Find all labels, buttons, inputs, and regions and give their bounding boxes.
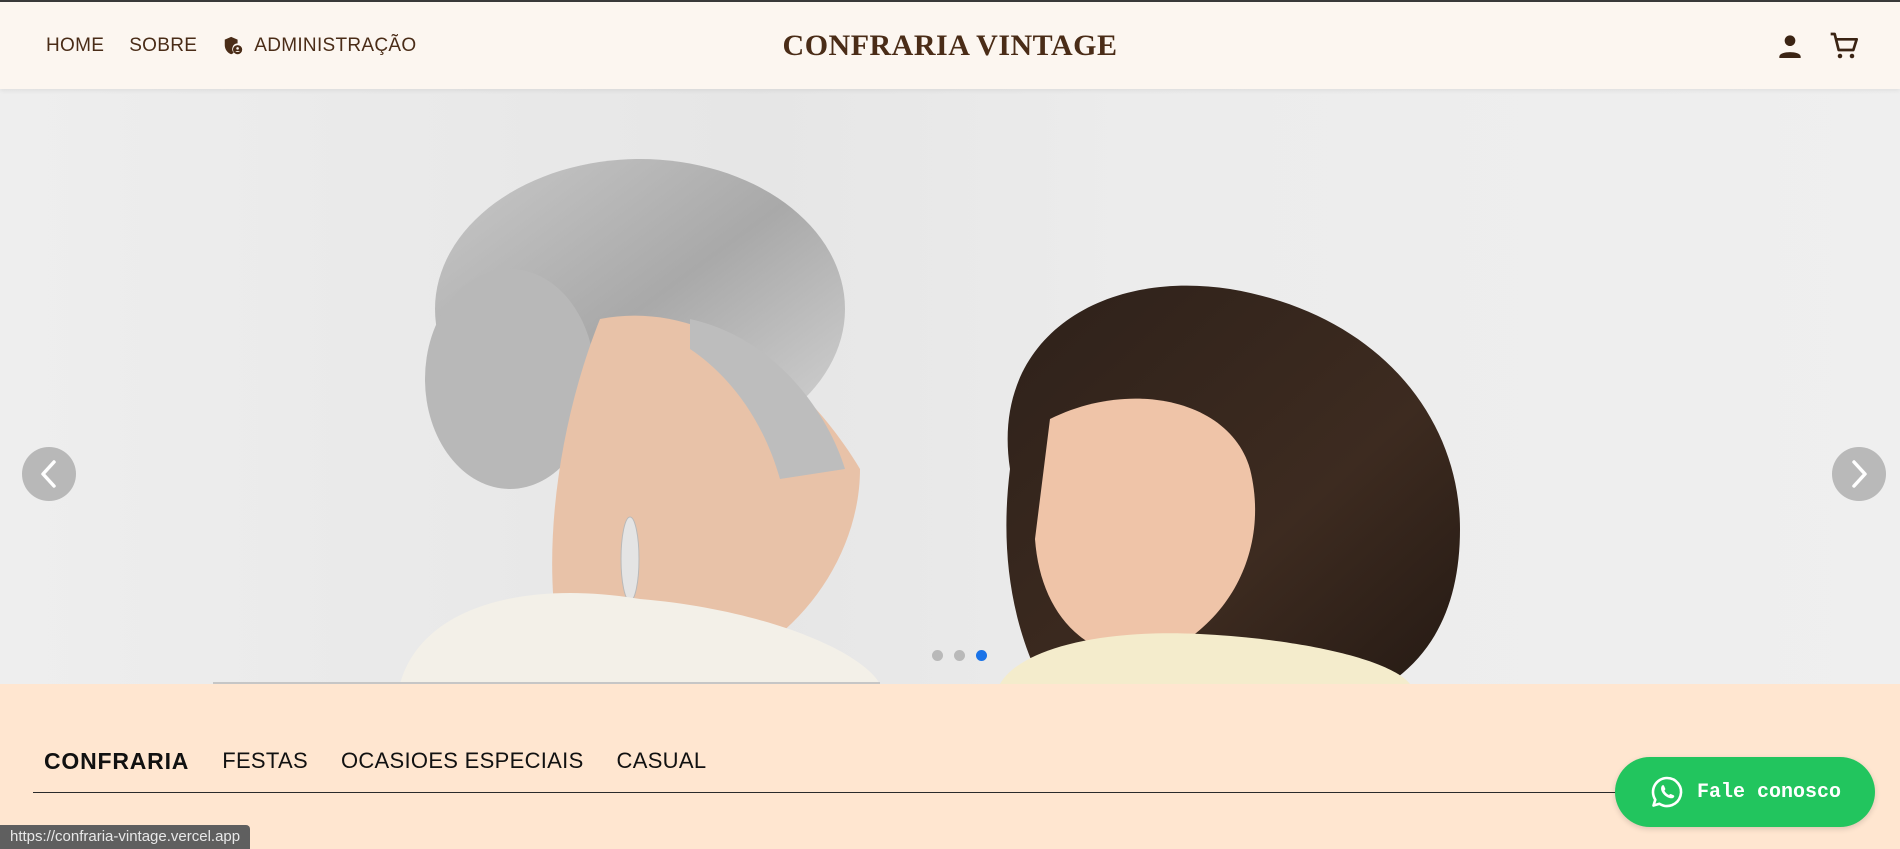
nav-sobre-link[interactable]: SOBRE	[129, 35, 197, 57]
whatsapp-label: Fale conosco	[1696, 780, 1842, 804]
tab-casual[interactable]: CASUAL	[617, 748, 707, 774]
hero-image	[213, 159, 1460, 684]
site-header: HOME SOBRE ADMINISTRAÇÃO CONFRARIA VINTA…	[0, 2, 1900, 89]
carousel-dot[interactable]	[932, 650, 943, 661]
user-icon[interactable]	[1774, 30, 1806, 62]
carousel-dot-active[interactable]	[976, 650, 987, 661]
carousel-dot[interactable]	[954, 650, 965, 661]
category-tabs: CONFRARIA FESTAS OCASIOES ESPECIAIS CASU…	[33, 748, 1653, 793]
cart-icon[interactable]	[1828, 30, 1860, 62]
chevron-right-icon	[1852, 460, 1867, 488]
header-actions	[1752, 2, 1860, 89]
chevron-left-icon	[41, 460, 56, 488]
browser-status-url: https://confraria-vintage.vercel.app	[0, 825, 251, 849]
carousel-prev-button[interactable]	[22, 447, 76, 501]
tab-ocasioes-especiais[interactable]: OCASIOES ESPECIAIS	[341, 748, 584, 774]
carousel-indicators	[932, 650, 998, 661]
tab-festas[interactable]: FESTAS	[222, 748, 308, 774]
nav-admin-link[interactable]: ADMINISTRAÇÃO	[222, 35, 416, 57]
tab-confraria[interactable]: CONFRARIA	[44, 748, 189, 775]
whatsapp-icon	[1651, 776, 1683, 808]
whatsapp-contact-button[interactable]: Fale conosco	[1615, 757, 1875, 827]
admin-shield-icon	[222, 35, 244, 57]
hero-carousel	[0, 89, 1900, 684]
carousel-next-button[interactable]	[1832, 447, 1886, 501]
nav-home-link[interactable]: HOME	[46, 35, 104, 57]
brand-title: CONFRARIA VINTAGE	[782, 28, 1118, 62]
nav-admin-label: ADMINISTRAÇÃO	[254, 34, 417, 56]
main-nav: HOME SOBRE ADMINISTRAÇÃO	[46, 2, 441, 89]
